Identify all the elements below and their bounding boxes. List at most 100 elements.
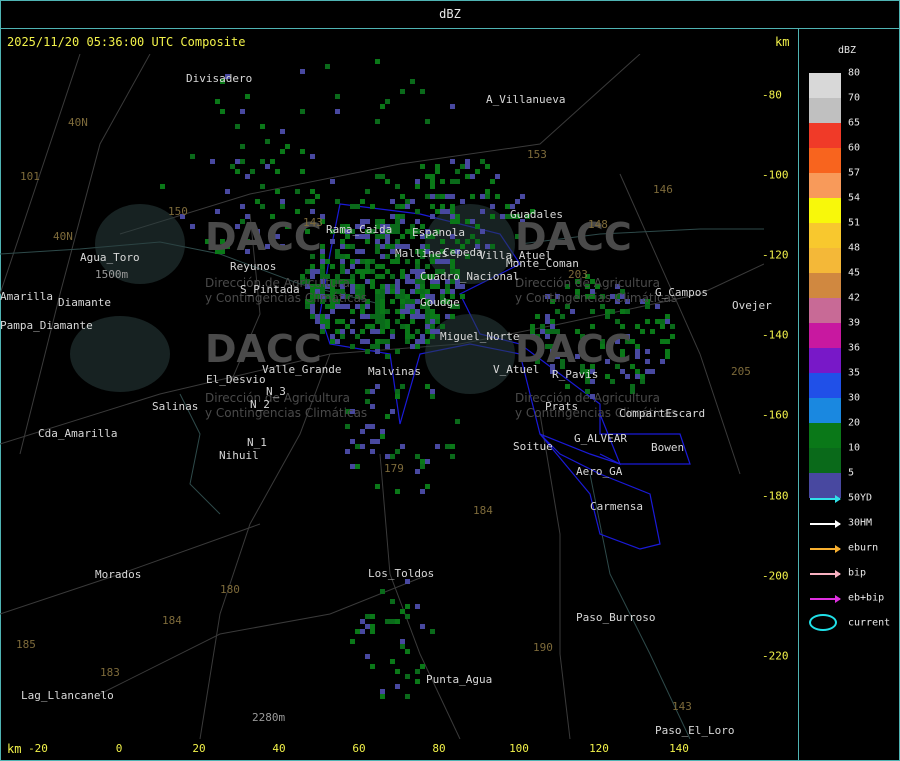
place-label: A_Villanueva [486,93,566,106]
echo-pixel [425,194,430,199]
place-label: Ovejer [732,299,772,312]
echo-pixel [380,689,385,694]
track-arrow-icon [810,570,841,578]
echo-pixel [310,154,315,159]
legend-swatch [809,423,841,448]
echo-pixel [490,214,495,219]
echo-pixel [375,329,380,334]
echo-pixel [365,614,370,619]
echo-pixel [400,214,405,219]
echo-pixel [410,304,415,309]
place-label: Bowen [651,441,685,454]
echo-pixel [380,314,385,319]
echo-pixel [430,629,435,634]
echo-pixel [380,294,385,299]
echo-pixel [255,199,260,204]
echo-pixel [370,404,375,409]
place-label: Valle_Grande [262,363,342,376]
echo-pixel [430,334,435,339]
place-label: Goudge [420,296,460,309]
echo-pixel [455,179,460,184]
echo-pixel [240,159,245,164]
echo-pixel [395,229,400,234]
echo-pixel [355,259,360,264]
watermark-line2c: y Contingencias Climáticas [515,291,678,305]
echo-pixel [190,224,195,229]
echo-pixel [470,219,475,224]
echo-pixel [385,309,390,314]
legend-swatch-label: 57 [848,167,861,179]
echo-pixel [350,439,355,444]
legend-swatch [809,398,841,423]
echo-pixel [390,454,395,459]
echo-pixel [435,444,440,449]
echo-pixel [610,379,615,384]
echo-pixel [380,429,385,434]
echo-pixel [275,169,280,174]
echo-pixel [405,299,410,304]
echo-pixel [350,344,355,349]
echo-pixel [340,334,345,339]
legend-swatch [809,173,841,198]
echo-pixel [400,289,405,294]
echo-pixel [535,314,540,319]
echo-pixel [280,199,285,204]
echo-pixel [350,639,355,644]
echo-pixel [365,339,370,344]
echo-pixel [440,194,445,199]
echo-pixel [660,339,665,344]
echo-pixel [395,389,400,394]
echo-pixel [370,629,375,634]
echo-pixel [420,314,425,319]
echo-pixel [545,319,550,324]
echo-pixel [425,324,430,329]
echo-pixel [465,219,470,224]
echo-pixel [390,284,395,289]
echo-pixel [430,284,435,289]
echo-pixel [330,179,335,184]
echo-pixel [435,194,440,199]
echo-pixel [375,304,380,309]
x-tick-label: 20 [192,742,206,755]
echo-pixel [375,384,380,389]
echo-pixel [400,314,405,319]
echo-pixel [385,239,390,244]
echo-pixel [340,269,345,274]
place-label: Mallines [395,247,448,260]
echo-pixel [335,109,340,114]
place-label: Soitue [513,440,553,453]
place-label: G_ALVEAR [574,432,627,445]
echo-pixel [285,144,290,149]
echo-pixel [380,319,385,324]
legend-swatch-label: 60 [848,142,861,154]
place-label: 1500m [95,268,129,281]
echo-pixel [400,194,405,199]
echo-pixel [670,324,675,329]
echo-pixel [410,344,415,349]
echo-pixel [485,164,490,169]
echo-pixel [445,289,450,294]
road-number: 184 [162,614,182,627]
echo-pixel [395,289,400,294]
echo-pixel [475,239,480,244]
echo-pixel [310,269,315,274]
echo-pixel [270,159,275,164]
x-tick-label: 80 [432,742,446,755]
place-label: Reyunos [230,260,277,273]
echo-pixel [365,349,370,354]
echo-pixel [345,449,350,454]
echo-pixel [375,264,380,269]
echo-pixel [250,169,255,174]
echo-pixel [265,164,270,169]
x-tick-label: 40 [272,742,286,755]
y-tick-label: -180 [762,489,789,503]
road-number: 40N [68,116,88,129]
place-label: Malvinas [368,365,421,378]
echo-pixel [360,199,365,204]
echo-pixel [395,619,400,624]
place-label: G_Campos [655,286,708,299]
echo-pixel [415,289,420,294]
echo-pixel [440,324,445,329]
echo-pixel [420,489,425,494]
echo-pixel [340,239,345,244]
